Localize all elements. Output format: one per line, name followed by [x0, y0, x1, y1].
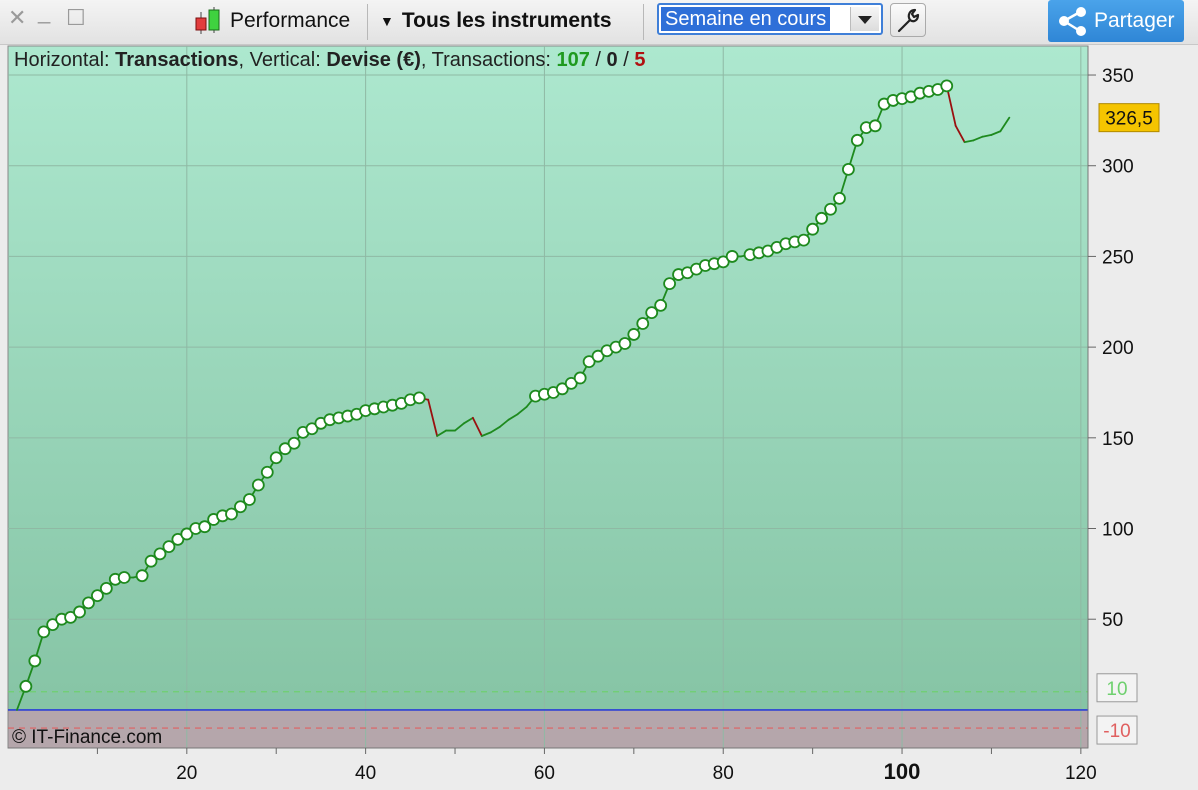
new-high-marker — [135, 569, 149, 583]
caret-down-icon: ▼ — [380, 13, 394, 29]
performance-label: Performance — [230, 9, 351, 32]
toolbar: ✕ _ ☐ Performance ▼ Tous les instruments… — [0, 0, 1198, 45]
select-arrow-button[interactable] — [850, 7, 879, 31]
transactions-losses: 5 — [634, 49, 646, 71]
slash-separator: / — [617, 49, 635, 71]
x-tick-label: 100 — [884, 759, 921, 784]
new-high-marker — [833, 191, 846, 205]
horizontal-value: Transactions — [115, 49, 239, 71]
transactions-prefix: , Transactions: — [420, 49, 557, 71]
threshold-label: -10 — [1103, 721, 1130, 742]
new-high-marker — [618, 337, 632, 350]
candlestick-icon — [195, 7, 220, 34]
new-high-marker — [841, 162, 855, 176]
new-high-marker — [654, 298, 668, 312]
instruments-dropdown[interactable]: ▼ Tous les instruments — [380, 6, 612, 36]
y-tick-label: 100 — [1102, 520, 1134, 541]
gain-zone — [8, 46, 1088, 710]
vertical-value: Devise (€) — [326, 49, 421, 71]
new-high-marker — [269, 451, 283, 465]
new-high-marker — [940, 79, 954, 93]
y-tick-label: 150 — [1102, 429, 1134, 450]
new-high-marker — [99, 581, 113, 595]
new-high-marker — [868, 119, 882, 133]
wrench-icon — [897, 8, 920, 33]
instruments-label: Tous les instruments — [401, 9, 612, 32]
toolbar-separator — [643, 4, 644, 40]
transactions-wins: 107 — [556, 49, 590, 71]
x-tick-label: 40 — [355, 763, 376, 784]
new-high-marker — [412, 391, 426, 405]
new-high-marker — [260, 465, 274, 479]
new-high-marker — [824, 202, 837, 216]
maximize-icon[interactable]: ☐ — [66, 6, 86, 30]
new-high-marker — [725, 250, 739, 263]
x-tick-label: 20 — [176, 763, 197, 784]
toolbar-separator — [367, 4, 368, 40]
new-high-marker — [627, 328, 641, 341]
new-high-marker — [242, 493, 256, 506]
slash-separator: / — [589, 49, 607, 71]
y-tick-label: 50 — [1102, 610, 1123, 631]
new-high-marker — [797, 233, 811, 247]
threshold-label: 10 — [1106, 679, 1127, 700]
new-high-marker — [73, 605, 86, 619]
copyright-text: © IT-Finance.com — [12, 727, 163, 748]
y-tick-label: 200 — [1102, 338, 1134, 359]
chart-header: Horizontal: Transactions, Vertical: Devi… — [14, 49, 645, 72]
loss-zone — [8, 709, 1088, 748]
share-icon — [1059, 7, 1086, 36]
new-high-marker — [28, 654, 42, 668]
transactions-neutral: 0 — [606, 49, 618, 71]
period-select[interactable]: Semaine en cours — [657, 3, 883, 35]
vertical-prefix: , Vertical: — [238, 49, 327, 71]
horizontal-prefix: Horizontal: — [14, 49, 116, 71]
performance-chart[interactable]: 20 40 60 80 100 12050100150200250300350326,51… — [0, 45, 1198, 790]
chevron-down-icon — [858, 16, 872, 24]
new-high-marker — [850, 133, 864, 147]
new-high-marker — [806, 222, 820, 236]
new-high-marker — [573, 371, 587, 385]
settings-button[interactable] — [890, 3, 926, 37]
new-high-marker — [663, 277, 676, 291]
y-tick-label: 300 — [1102, 157, 1134, 178]
y-tick-label: 350 — [1102, 66, 1134, 87]
new-high-marker — [19, 679, 33, 693]
close-icon[interactable]: ✕ — [8, 6, 26, 30]
new-high-marker — [815, 211, 828, 225]
period-select-value: Semaine en cours — [661, 7, 831, 31]
performance-button[interactable]: Performance — [192, 6, 350, 36]
new-high-marker — [287, 436, 301, 450]
x-tick-label: 120 — [1065, 763, 1097, 784]
minimize-icon[interactable]: _ — [38, 0, 50, 24]
y-tick-label: 250 — [1102, 247, 1134, 268]
new-high-marker — [117, 571, 131, 584]
new-high-marker — [251, 478, 265, 492]
last-value-label: 326,5 — [1105, 109, 1153, 130]
share-button[interactable]: Partager — [1048, 0, 1184, 42]
x-tick-label: 60 — [534, 763, 555, 784]
share-label: Partager — [1094, 9, 1175, 32]
new-high-marker — [636, 317, 650, 330]
x-tick-label: 80 — [713, 763, 734, 784]
